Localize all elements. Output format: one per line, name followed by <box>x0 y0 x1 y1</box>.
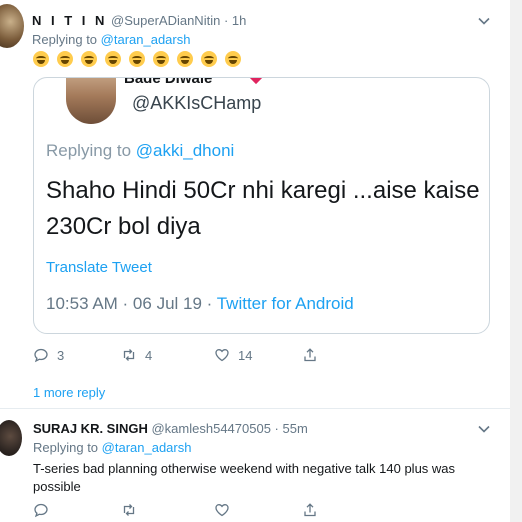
quoted-replying-link: @akki_dhoni <box>135 141 235 160</box>
more-replies-link[interactable]: 1 more reply <box>33 385 105 400</box>
like-button[interactable]: 14 <box>214 347 302 363</box>
replying-to-label: Replying to <box>33 440 102 455</box>
retweet-icon <box>123 349 135 361</box>
translate-tweet-link: Translate Tweet <box>46 259 152 276</box>
like-icon <box>215 504 229 517</box>
display-name[interactable]: N I T I N <box>32 13 107 28</box>
reply-button[interactable] <box>33 502 121 518</box>
quoted-source: Twitter for Android <box>216 294 354 313</box>
user-handle[interactable]: @kamlesh54470505 <box>151 421 270 436</box>
quoted-replying-to: Replying to @akki_dhoni <box>46 141 234 161</box>
separator-dot: · <box>270 421 283 436</box>
like-icon <box>215 349 229 362</box>
laughing-emoji-icon <box>81 51 97 67</box>
action-bar: 3 4 14 <box>33 347 318 363</box>
timestamp[interactable]: 55m <box>283 421 308 436</box>
replying-to-link[interactable]: @taran_adarsh <box>102 440 192 455</box>
quoted-tweet-image[interactable]: Bade Diwale @AKKIsCHamp Replying to @akk… <box>33 77 490 334</box>
quoted-display-name: Bade Diwale <box>124 77 213 87</box>
quoted-avatar <box>66 78 116 124</box>
tweet-text: T-series bad planning otherwise weekend … <box>33 461 456 494</box>
quoted-datetime: 10:53 AM · 06 Jul 19 · <box>46 294 217 313</box>
chevron-down-icon[interactable] <box>477 422 491 436</box>
heart-icon <box>248 78 264 85</box>
laughing-emoji-icon <box>33 51 49 67</box>
chevron-down-icon[interactable] <box>477 14 491 28</box>
avatar[interactable] <box>0 4 24 48</box>
scrollbar[interactable] <box>510 0 522 522</box>
laughing-emoji-icon <box>201 51 217 67</box>
retweet-count: 4 <box>145 347 153 363</box>
laughing-emoji-icon <box>153 51 169 67</box>
replying-to-link[interactable]: @taran_adarsh <box>101 32 191 47</box>
timestamp[interactable]: 1h <box>232 13 246 28</box>
retweet-button[interactable]: 4 <box>121 347 214 363</box>
avatar[interactable] <box>0 420 22 456</box>
quoted-tweet-text: Shaho Hindi 50Cr nhi karegi ...aise kais… <box>46 177 480 240</box>
tweet-header: N I T I N @SuperADianNitin · 1h <box>32 13 246 28</box>
laughing-emoji-icon <box>177 51 193 67</box>
laughing-emoji-icon <box>57 51 73 67</box>
share-icon <box>304 348 316 362</box>
reply-icon <box>34 503 48 518</box>
quoted-meta: 10:53 AM · 06 Jul 19 · Twitter for Andro… <box>46 294 354 314</box>
laughing-emoji-icon <box>225 51 241 67</box>
share-button[interactable] <box>302 502 318 518</box>
laughing-emoji-icon <box>129 51 145 67</box>
quoted-replying-label: Replying to <box>46 141 136 160</box>
reply-count: 3 <box>57 347 65 363</box>
separator-dot: · <box>220 13 232 28</box>
retweet-button[interactable] <box>121 502 214 518</box>
action-bar <box>33 502 318 518</box>
tweet-header: SURAJ KR. SINGH @kamlesh54470505 · 55m <box>33 421 308 436</box>
like-count: 14 <box>238 347 253 363</box>
reply-button[interactable]: 3 <box>33 347 121 363</box>
replying-to-label: Replying to <box>32 32 101 47</box>
replying-to: Replying to @taran_adarsh <box>32 32 190 47</box>
reply-icon <box>34 348 48 363</box>
laughing-emoji-icon <box>105 51 121 67</box>
replying-to: Replying to @taran_adarsh <box>33 440 191 455</box>
retweet-icon <box>123 504 135 516</box>
tweet-text <box>33 51 241 67</box>
share-icon <box>304 503 316 517</box>
tweet[interactable]: SURAJ KR. SINGH @kamlesh54470505 · 55m R… <box>0 409 510 522</box>
tweet[interactable]: N I T I N @SuperADianNitin · 1h Replying… <box>0 0 510 408</box>
quoted-handle: @AKKIsCHamp <box>132 93 262 113</box>
user-handle[interactable]: @SuperADianNitin <box>111 13 220 28</box>
like-button[interactable] <box>214 502 302 518</box>
share-button[interactable] <box>302 347 318 363</box>
display-name[interactable]: SURAJ KR. SINGH <box>33 421 148 436</box>
